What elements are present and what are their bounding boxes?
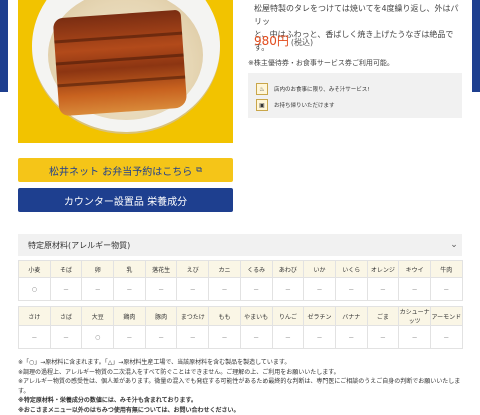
allergen-value: ○	[19, 278, 51, 301]
allergen-value: －	[367, 326, 399, 349]
allergen-value: －	[209, 278, 241, 301]
note-line: ※おこさまメニュー以外のはちみつ使用有無については、お問い合わせください。	[18, 406, 468, 415]
price-value: 980円	[254, 34, 289, 48]
allergen-value: －	[367, 278, 399, 301]
allergen-value: －	[240, 326, 272, 349]
allergen-value: －	[114, 326, 146, 349]
allergen-value: －	[335, 326, 367, 349]
allergen-header: 大豆	[82, 307, 114, 326]
service-item-takeout: ▣ お持ち帰りいただけます	[256, 99, 335, 111]
allergen-header: カシューナッツ	[399, 307, 431, 326]
service-item-dine-in: ♨ 店内のお食事に限り、みそ汁サービス!	[256, 83, 370, 95]
bento-reserve-label: 松井ネット お弁当予約はこちら	[49, 163, 192, 178]
allergen-header: さば	[50, 307, 82, 326]
note-line: ※「○」→原材料に含まれます。「△」→原材料生産工場で、当該原材料を含む製品を製…	[18, 358, 468, 368]
allergen-header: あわび	[272, 261, 304, 278]
allergen-header: くるみ	[240, 261, 272, 278]
allergen-value: －	[399, 326, 431, 349]
allergen-header: 鶏肉	[114, 307, 146, 326]
allergen-value: ○	[82, 326, 114, 349]
note-line: ※特定原材料・栄養成分の数値には、みそ汁も含まれております。	[18, 396, 468, 406]
service-label: 店内のお食事に限り、みそ汁サービス!	[274, 85, 370, 93]
allergen-value: －	[50, 278, 82, 301]
product-price: 980円(税込)	[254, 32, 313, 49]
allergen-header: 落花生	[145, 261, 177, 278]
allergen-title: 特定原材料(アレルギー物質)	[18, 240, 130, 251]
bento-reserve-button[interactable]: 松井ネット お弁当予約はこちら ⧉	[18, 158, 233, 182]
service-label: お持ち帰りいただけます	[274, 101, 335, 109]
allergen-value: －	[272, 326, 304, 349]
allergen-header: さけ	[19, 307, 51, 326]
allergen-header: そば	[50, 261, 82, 278]
allergen-header-row: さけ さば 大豆 鶏肉 豚肉 まつたけ もも やまいも りんご ゼラチン バナナ…	[19, 307, 463, 326]
allergen-header: 小麦	[19, 261, 51, 278]
allergen-header: カニ	[209, 261, 241, 278]
allergen-value: －	[209, 326, 241, 349]
brand-edge-right	[472, 0, 480, 92]
description-line: 松屋特製のタレをつけては焼いてを4度繰り返し、外はパリッ	[254, 2, 464, 28]
allergen-value-row: － － ○ － － － － － － － － － － －	[19, 326, 463, 349]
note-line: ※アレルギー物質の感受性は、個人差があります。微量の混入でも発症する可能性がある…	[18, 377, 468, 396]
allergen-header: バナナ	[335, 307, 367, 326]
allergen-header: いくら	[335, 261, 367, 278]
allergen-table-row1: 小麦 そば 卵 乳 落花生 えび カニ くるみ あわび いか いくら オレンジ …	[18, 260, 463, 301]
allergen-value: －	[145, 278, 177, 301]
allergen-header: ごま	[367, 307, 399, 326]
allergen-table-row2: さけ さば 大豆 鶏肉 豚肉 まつたけ もも やまいも りんご ゼラチン バナナ…	[18, 306, 463, 349]
allergen-value: －	[177, 326, 209, 349]
nutrition-label: カウンター設置品 栄養成分	[64, 193, 187, 208]
service-box: ♨ 店内のお食事に限り、みそ汁サービス! ▣ お持ち帰りいただけます	[248, 73, 462, 118]
price-tax: (税込)	[291, 38, 313, 47]
allergen-header: えび	[177, 261, 209, 278]
allergen-header: 豚肉	[145, 307, 177, 326]
allergen-value: －	[399, 278, 431, 301]
allergen-header: 乳	[114, 261, 146, 278]
allergen-accordion-header[interactable]: 特定原材料(アレルギー物質) ⌄	[18, 234, 462, 256]
allergen-header: キウイ	[399, 261, 431, 278]
dine-in-icon: ♨	[256, 83, 268, 95]
takeout-icon: ▣	[256, 99, 268, 111]
nutrition-button[interactable]: カウンター設置品 栄養成分	[18, 188, 233, 212]
allergen-value: －	[430, 326, 462, 349]
allergen-header: まつたけ	[177, 307, 209, 326]
allergen-value: －	[114, 278, 146, 301]
allergen-value: －	[82, 278, 114, 301]
allergen-value: －	[335, 278, 367, 301]
allergen-header: オレンジ	[367, 261, 399, 278]
chevron-down-icon: ⌄	[446, 240, 462, 250]
allergen-notes: ※「○」→原材料に含まれます。「△」→原材料生産工場で、当該原材料を含む製品を製…	[18, 358, 468, 415]
allergen-header: ゼラチン	[304, 307, 336, 326]
allergen-value: －	[177, 278, 209, 301]
allergen-header: やまいも	[240, 307, 272, 326]
external-link-icon: ⧉	[196, 165, 202, 175]
eel-graphic	[53, 10, 188, 117]
note-line: ※調理の過程上、アレルギー物質の二次混入をすべて防ぐことはできません。ご理解の上…	[18, 368, 468, 378]
allergen-value: －	[304, 278, 336, 301]
allergen-header: りんご	[272, 307, 304, 326]
allergen-value: －	[19, 326, 51, 349]
product-photo	[18, 0, 233, 143]
allergen-value: －	[304, 326, 336, 349]
brand-edge-left	[0, 0, 8, 92]
allergen-header: いか	[304, 261, 336, 278]
allergen-header: もも	[209, 307, 241, 326]
allergen-header: 卵	[82, 261, 114, 278]
voucher-note: ※株主優待券・お食事サービス券ご利用可能。	[248, 58, 394, 68]
allergen-value: －	[430, 278, 462, 301]
allergen-value-row: ○ － － － － － － － － － － － － －	[19, 278, 463, 301]
allergen-value: －	[272, 278, 304, 301]
allergen-header-row: 小麦 そば 卵 乳 落花生 えび カニ くるみ あわび いか いくら オレンジ …	[19, 261, 463, 278]
allergen-value: －	[50, 326, 82, 349]
allergen-value: －	[240, 278, 272, 301]
allergen-header: 牛肉	[430, 261, 462, 278]
allergen-header: アーモンド	[430, 307, 462, 326]
allergen-value: －	[145, 326, 177, 349]
